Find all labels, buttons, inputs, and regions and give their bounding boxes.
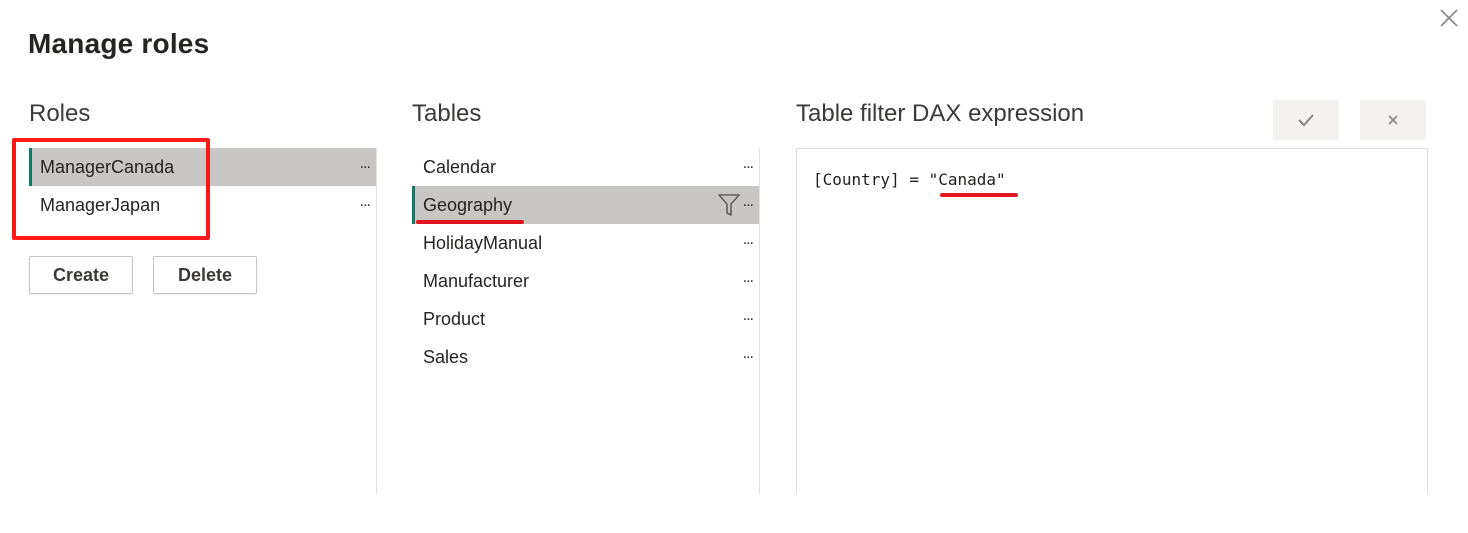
cancel-x-icon[interactable]	[1360, 100, 1426, 140]
more-options-icon[interactable]: ...	[360, 156, 371, 172]
table-item-product[interactable]: Product ...	[412, 300, 759, 338]
tables-heading: Tables	[412, 100, 482, 127]
dax-heading: Table filter DAX expression	[796, 100, 1085, 127]
more-options-icon[interactable]: ...	[743, 194, 754, 210]
table-item-calendar[interactable]: Calendar ...	[412, 148, 759, 186]
dax-expression-text[interactable]: [Country] = "Canada"	[813, 170, 1006, 189]
table-item-sales[interactable]: Sales ...	[412, 338, 759, 376]
more-options-icon[interactable]: ...	[743, 308, 754, 324]
more-options-icon[interactable]: ...	[743, 270, 754, 286]
table-label: Sales	[423, 346, 469, 367]
filter-icon	[717, 192, 741, 218]
checkmark-icon[interactable]	[1273, 100, 1339, 140]
table-label: Product	[423, 308, 486, 329]
create-button[interactable]: Create	[29, 256, 133, 294]
roles-heading: Roles	[29, 100, 91, 127]
delete-button[interactable]: Delete	[153, 256, 257, 294]
table-label: Calendar	[423, 156, 497, 177]
table-label: HolidayManual	[423, 232, 543, 253]
close-icon[interactable]	[1437, 6, 1461, 30]
more-options-icon[interactable]: ...	[743, 232, 754, 248]
manage-roles-dialog: Manage roles Roles ManagerCanada ... Man…	[0, 0, 1468, 533]
annotation-underline	[940, 193, 1018, 197]
annotation-highlight-box	[12, 138, 210, 240]
table-label: Manufacturer	[423, 270, 530, 291]
table-item-manufacturer[interactable]: Manufacturer ...	[412, 262, 759, 300]
table-item-holidaymanual[interactable]: HolidayManual ...	[412, 224, 759, 262]
more-options-icon[interactable]: ...	[743, 156, 754, 172]
table-item-geography[interactable]: Geography ...	[412, 186, 759, 224]
dax-expression-editor[interactable]: [Country] = "Canada"	[796, 148, 1428, 494]
tables-list: Calendar ... Geography ... HolidayManual…	[412, 148, 760, 494]
more-options-icon[interactable]: ...	[360, 194, 371, 210]
more-options-icon[interactable]: ...	[743, 346, 754, 362]
dialog-title: Manage roles	[28, 28, 210, 59]
annotation-underline	[416, 220, 524, 224]
table-label: Geography	[423, 194, 513, 215]
